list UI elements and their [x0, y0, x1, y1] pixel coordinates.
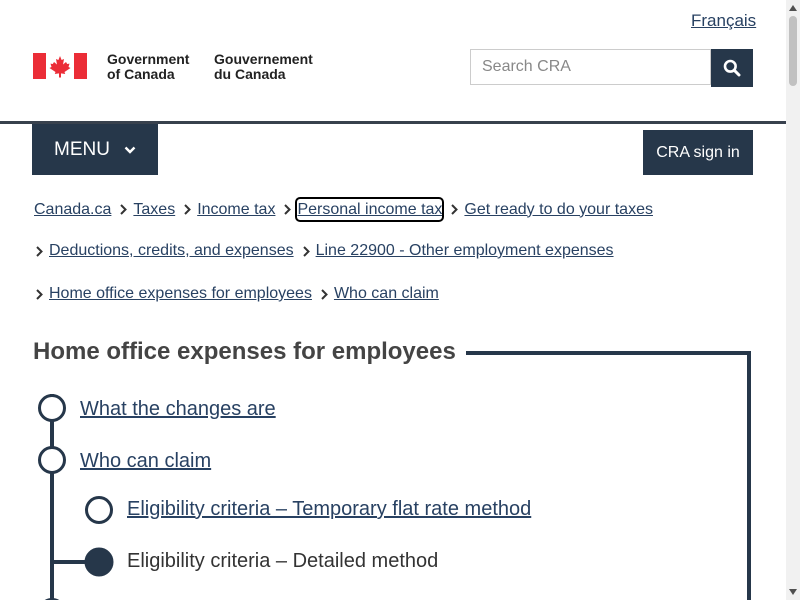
step-eligibility-detailed-current: Eligibility criteria – Detailed method — [127, 550, 439, 572]
search-icon — [723, 59, 741, 77]
frame-border — [466, 351, 751, 600]
step-marker-icon — [38, 446, 66, 474]
step-marker-icon — [85, 496, 113, 524]
breadcrumb-home-office-expenses[interactable]: Home office expenses for employees — [49, 285, 312, 303]
chevron-right-icon — [284, 204, 292, 215]
breadcrumb-row-1: Canada.ca Taxes Income tax Personal inco… — [34, 197, 653, 222]
language-toggle-link[interactable]: Français — [691, 11, 756, 31]
cra-sign-in-label: CRA sign in — [656, 143, 740, 161]
breadcrumb-deductions-credits-expenses[interactable]: Deductions, credits, and expenses — [49, 242, 294, 260]
step-marker-current-icon — [84, 547, 114, 577]
chevron-right-icon — [321, 288, 328, 300]
cra-sign-in-button[interactable]: CRA sign in — [643, 130, 753, 175]
chevron-down-icon — [124, 146, 136, 154]
step-what-the-changes-are[interactable]: What the changes are — [80, 398, 276, 421]
breadcrumb-line-22900[interactable]: Line 22900 - Other employment expenses — [316, 242, 614, 260]
chevron-right-icon — [36, 288, 43, 300]
scrollbar-thumb[interactable] — [789, 16, 797, 86]
vertical-scrollbar[interactable] — [786, 0, 800, 600]
chevron-right-icon — [120, 204, 128, 215]
breadcrumb-row-2: Deductions, credits, and expenses Line 2… — [34, 242, 614, 260]
search-button[interactable] — [711, 49, 753, 87]
chevron-right-icon — [184, 204, 192, 215]
breadcrumb-canada-ca[interactable]: Canada.ca — [34, 201, 111, 219]
breadcrumb-income-tax[interactable]: Income tax — [197, 201, 275, 219]
breadcrumb-get-ready-to-do-your-taxes[interactable]: Get ready to do your taxes — [464, 201, 653, 219]
gov-en-line2: of Canada — [107, 66, 175, 82]
chevron-right-icon — [302, 245, 310, 257]
government-of-canada-wordmark-en: Government of Canada — [107, 52, 189, 82]
menu-button[interactable]: MENU — [32, 124, 158, 175]
government-of-canada-wordmark-fr: Gouvernement du Canada — [214, 52, 313, 82]
step-who-can-claim[interactable]: Who can claim — [80, 450, 211, 473]
breadcrumb-taxes[interactable]: Taxes — [133, 201, 175, 219]
chevron-right-icon — [451, 204, 459, 215]
page-title: Home office expenses for employees — [33, 338, 456, 365]
gov-fr-line1: Gouvernement — [214, 51, 313, 67]
breadcrumb-personal-income-tax[interactable]: Personal income tax — [295, 197, 445, 222]
breadcrumb-row-3: Home office expenses for employees Who c… — [34, 285, 439, 303]
step-marker-icon — [38, 394, 66, 422]
breadcrumb-who-can-claim[interactable]: Who can claim — [334, 285, 439, 303]
gov-fr-line2: du Canada — [214, 66, 286, 82]
search-input[interactable] — [470, 49, 711, 85]
scroll-down-arrow-icon[interactable] — [788, 587, 798, 597]
scroll-up-arrow-icon[interactable] — [788, 3, 798, 13]
canada-flag-icon — [33, 53, 87, 79]
gov-en-line1: Government — [107, 51, 190, 67]
chevron-right-icon — [36, 245, 43, 257]
step-eligibility-flat-rate[interactable]: Eligibility criteria – Temporary flat ra… — [127, 498, 531, 521]
menu-label: MENU — [54, 138, 110, 160]
